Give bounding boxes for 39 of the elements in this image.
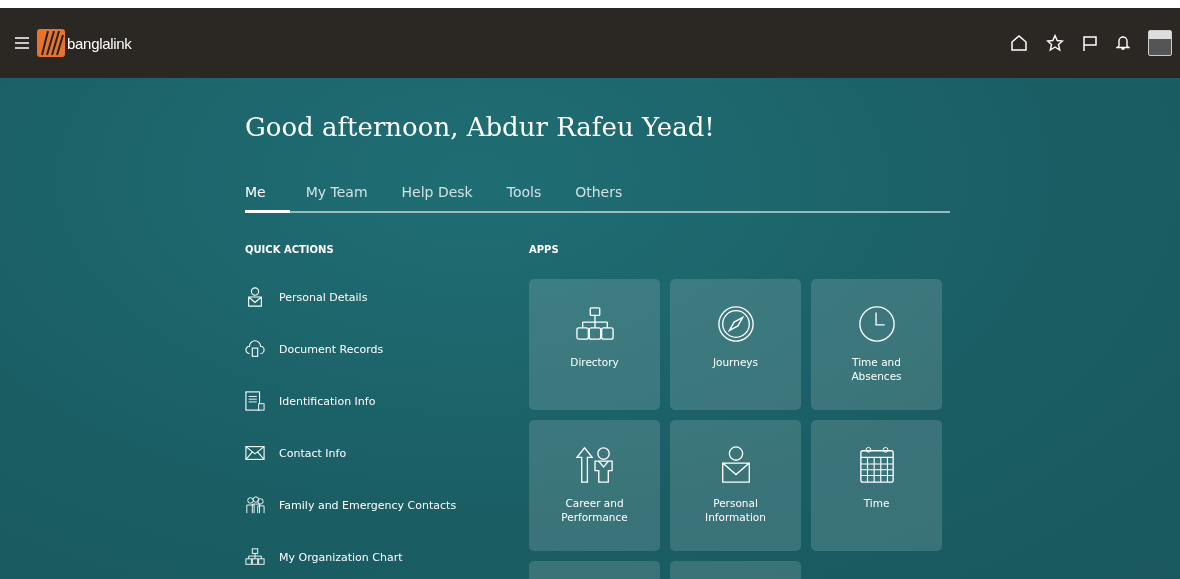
clock-icon xyxy=(857,305,896,343)
tab[interactable]: Tools xyxy=(506,184,542,213)
career-icon xyxy=(575,446,614,484)
menu-icon[interactable] xyxy=(15,37,29,49)
document-icon xyxy=(245,391,265,411)
flag-icon[interactable] xyxy=(1082,35,1098,51)
brand-name: banglalink xyxy=(67,34,132,52)
app-tile[interactable]: Time and Absences xyxy=(811,279,942,410)
envelope-icon xyxy=(245,443,265,463)
tab[interactable]: My Team xyxy=(305,184,368,213)
org-chart-icon xyxy=(575,305,614,343)
avatar[interactable] xyxy=(1148,30,1172,56)
quick-action-link[interactable]: Contact Info xyxy=(245,427,529,479)
quick-action-link[interactable]: Document Records xyxy=(245,323,529,375)
home-icon[interactable] xyxy=(1010,34,1028,52)
quick-action-link[interactable]: My Organization Chart xyxy=(245,531,529,579)
calendar-icon xyxy=(857,446,896,484)
logo-icon xyxy=(37,29,65,57)
app-tile[interactable]: Career and Performance xyxy=(529,420,660,551)
people-icon xyxy=(245,495,265,515)
section-heading: APPS xyxy=(529,244,560,255)
cloud-document-icon xyxy=(245,339,265,359)
star-icon[interactable] xyxy=(1046,34,1064,52)
section-heading: QUICK ACTIONS xyxy=(245,244,335,255)
tab[interactable]: Help Desk xyxy=(401,184,473,213)
app-tile[interactable]: Journeys xyxy=(670,279,801,410)
tab[interactable]: Me xyxy=(245,184,290,213)
app-tile[interactable]: Time xyxy=(811,420,942,551)
app-tile[interactable]: Personal Information xyxy=(670,420,801,551)
quick-action-link[interactable]: Personal Details xyxy=(245,271,529,323)
compass-icon xyxy=(716,305,755,343)
quick-action-link[interactable]: Family and Emergency Contacts xyxy=(245,479,529,531)
org-chart-icon xyxy=(245,547,265,567)
app-tile[interactable]: Directory xyxy=(529,279,660,410)
quick-action-link[interactable]: Identification Info xyxy=(245,375,529,427)
tab[interactable]: Others xyxy=(575,184,623,213)
greeting: Good afternoon, Abdur Rafeu Yead! xyxy=(245,111,716,140)
person-icon xyxy=(245,287,265,307)
bell-icon[interactable] xyxy=(1116,35,1130,51)
